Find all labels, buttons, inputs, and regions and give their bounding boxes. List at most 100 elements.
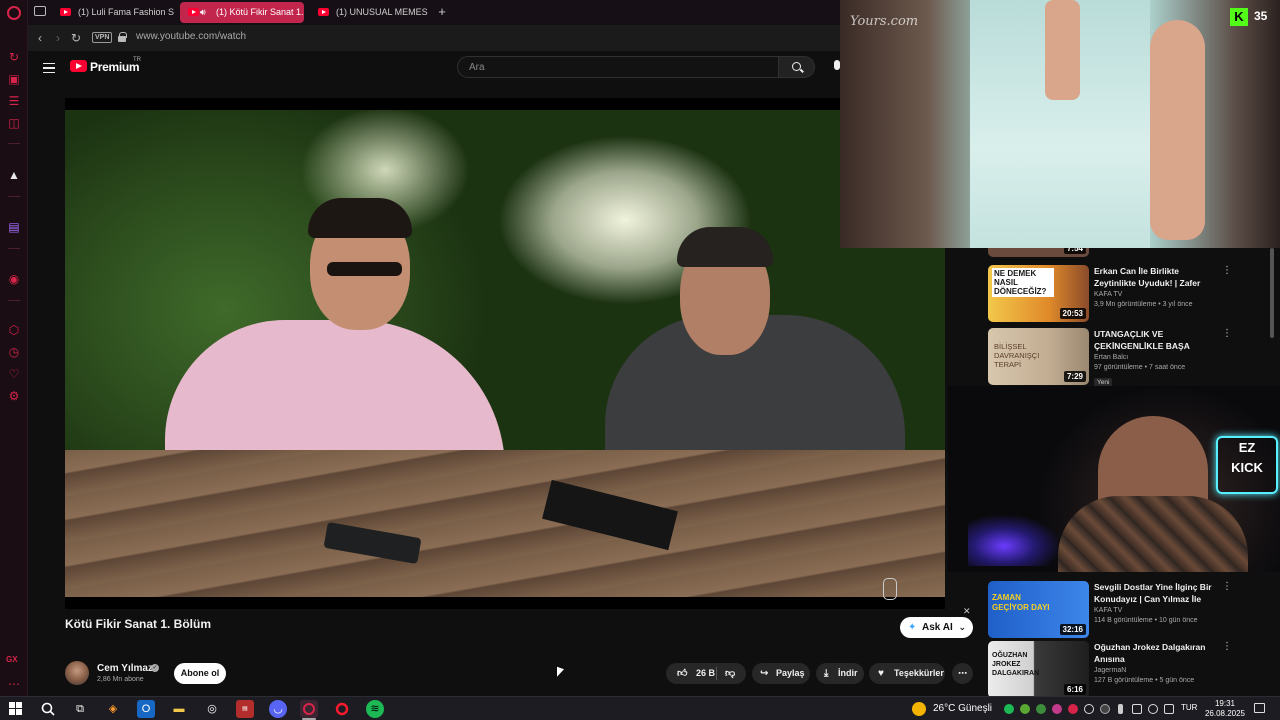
close-icon[interactable]: ✕ [963, 606, 971, 617]
outlook-icon[interactable]: O [137, 700, 155, 718]
url-field[interactable]: www.youtube.com/watch [136, 31, 246, 42]
vpn-badge[interactable]: VPN [92, 32, 113, 43]
opera-logo-icon[interactable] [6, 5, 22, 21]
sidebar-divider [8, 300, 20, 301]
discord-icon[interactable]: ◡ [269, 700, 287, 718]
youtube-logo-icon[interactable] [70, 60, 87, 72]
search-button[interactable] [779, 56, 815, 78]
history-icon[interactable]: ◷ [6, 344, 22, 360]
youtube-logo-text[interactable]: Premium [90, 60, 140, 74]
microphone-icon[interactable] [1118, 704, 1123, 714]
more-vert-icon[interactable]: ⋮ [1222, 641, 1232, 652]
download-button[interactable]: ⤓ İndir [816, 663, 864, 684]
list-item[interactable]: NE DEMEK NASIL DÖNECEĞİZ? 20:53 Erkan Ca… [988, 265, 1278, 325]
speaker-tray-icon[interactable] [1148, 704, 1158, 714]
subscribe-button[interactable]: Abone ol [174, 663, 226, 684]
download-icon: ⤓ [824, 668, 829, 679]
thumbs-down-icon[interactable]: 👎︎ [725, 663, 735, 684]
file-explorer-icon[interactable]: ▬ [170, 700, 188, 718]
battery-icon[interactable] [1164, 704, 1174, 714]
opera-icon[interactable] [333, 700, 351, 718]
channel-name[interactable]: Cem Yılmaz [97, 663, 153, 674]
bag-icon[interactable]: ▣ [6, 71, 22, 87]
video-title[interactable]: Erkan Can İle Birlikte Zeytinlikte Uyudu… [1094, 265, 1218, 289]
video-meta: 127 B görüntüleme • 5 gün önce [1094, 677, 1195, 684]
copilot-icon[interactable]: ◈ [104, 700, 122, 718]
video-title[interactable]: Sevgili Dostlar Yine İlginç Bir Konudayı… [1094, 581, 1218, 605]
miniplayer-icon[interactable] [883, 578, 897, 600]
back-icon[interactable]: ‹ [32, 30, 48, 46]
video-thumbnail[interactable]: BİLİŞSEL DAVRANIŞÇI TERAPİ 7:29 [988, 328, 1089, 385]
browser-sidebar: ↻ ▣ ☰ ◫ ▲ ▤ ◉ ⬡ ◷ ♡ ⚙ GX ⋯ [0, 0, 28, 696]
video-title[interactable]: Oğuzhan Jrokez Dalgakıran Anısına [1094, 641, 1218, 665]
weather-widget[interactable]: 26°C Güneşli [933, 703, 992, 714]
runway-model-far [1045, 0, 1080, 100]
list-item[interactable]: ZAMAN GEÇİYOR DAYI 32:16 Sevgili Dostlar… [988, 581, 1278, 641]
tab-kotu-fikir[interactable]: 🔊︎ (1) Kötü Fikir Sanat 1. [180, 2, 304, 23]
spotify-icon[interactable]: ≋ [366, 700, 384, 718]
stream-overlay-webcam: EZ KICK [948, 386, 1280, 572]
clock[interactable]: 19:31 26.08.2025 [1203, 699, 1247, 719]
language-indicator[interactable]: TUR [1181, 703, 1197, 712]
tray-app-icon[interactable] [1036, 704, 1046, 714]
twitch-icon[interactable]: ▤ [6, 219, 22, 235]
tab-luli-fama[interactable]: (1) Luli Fama Fashion Sho [52, 2, 174, 23]
stack-icon[interactable]: ☰ [6, 93, 22, 109]
channel-avatar[interactable] [65, 661, 89, 685]
tab-islands-icon[interactable] [34, 6, 46, 16]
channel-name[interactable]: Ertan Balcı [1094, 354, 1128, 361]
messenger-icon[interactable]: ◫ [6, 115, 22, 131]
lock-icon[interactable] [118, 32, 127, 42]
tab-unusual-memes[interactable]: (1) UNUSUAL MEMES CO [310, 2, 430, 23]
more-vert-icon[interactable]: ⋮ [1222, 581, 1232, 592]
play-circle-icon[interactable]: ◉ [6, 271, 22, 287]
tray-app-icon[interactable] [1052, 704, 1062, 714]
arrow-icon[interactable]: ▲ [6, 167, 22, 183]
thanks-button[interactable]: ♥ Teşekkürler [869, 663, 945, 684]
search-icon[interactable] [39, 700, 57, 718]
refresh-icon[interactable]: ↻ [6, 49, 22, 65]
tray-app-icon[interactable] [1100, 704, 1110, 714]
more-actions-button[interactable]: ⋯ [952, 663, 973, 684]
channel-name[interactable]: KAFA TV [1094, 607, 1122, 614]
tray-app-icon[interactable] [1084, 704, 1094, 714]
opera-gx-icon[interactable] [300, 700, 318, 718]
youtube-favicon-icon [60, 8, 71, 16]
channel-name[interactable]: KAFA TV [1094, 291, 1122, 298]
bookmark-icon[interactable]: ♡ [6, 366, 22, 382]
settings-icon[interactable]: ⚙ [6, 388, 22, 404]
tray-app-icon[interactable] [1068, 704, 1078, 714]
address-bar: ‹ › ↻ VPN www.youtube.com/watch [28, 25, 840, 51]
menu-icon[interactable] [43, 63, 55, 73]
reload-icon[interactable]: ↻ [68, 30, 84, 46]
like-button[interactable]: 👍︎ 26 B [666, 663, 716, 684]
more-vert-icon[interactable]: ⋮ [1222, 328, 1232, 339]
speaker-icon[interactable]: 🔊︎ [200, 2, 206, 23]
channel-name[interactable]: JagermaN [1094, 667, 1126, 674]
more-vert-icon[interactable]: ⋮ [1222, 265, 1232, 276]
new-tab-button[interactable]: + [434, 3, 450, 21]
video-frame[interactable] [65, 110, 945, 597]
video-app-icon[interactable]: ▤ [236, 700, 254, 718]
video-player[interactable] [65, 98, 945, 609]
ask-ai-button[interactable]: ✦ Ask AI ⌄ [900, 617, 973, 638]
video-person-right-hair [677, 227, 773, 267]
more-icon[interactable]: ⋯ [6, 676, 22, 692]
tray-app-icon[interactable] [1020, 704, 1030, 714]
video-thumbnail[interactable]: ZAMAN GEÇİYOR DAYI 32:16 [988, 581, 1089, 638]
video-thumbnail[interactable]: NE DEMEK NASIL DÖNECEĞİZ? 20:53 [988, 265, 1089, 322]
notifications-icon[interactable] [1254, 703, 1265, 713]
list-item[interactable]: OĞUZHAN JROKEZ DALGAKIRAN 6:16 Oğuzhan J… [988, 641, 1278, 701]
cube-icon[interactable]: ⬡ [6, 322, 22, 338]
search-input[interactable] [457, 56, 779, 78]
video-title[interactable]: UTANGAÇLIK VE ÇEKİNGENLİKLE BAŞA ÇIKMA..… [1094, 328, 1218, 352]
task-view-icon[interactable]: ⧉ [71, 700, 89, 718]
spotify-tray-icon[interactable] [1004, 704, 1014, 714]
network-icon[interactable] [1132, 704, 1142, 714]
video-thumbnail[interactable]: OĞUZHAN JROKEZ DALGAKIRAN 6:16 [988, 641, 1089, 698]
windows-start-icon[interactable] [7, 700, 25, 718]
list-item[interactable]: BİLİŞSEL DAVRANIŞÇI TERAPİ 7:29 UTANGAÇL… [988, 328, 1278, 388]
share-button[interactable]: ↪ Paylaş [752, 663, 810, 684]
forward-icon[interactable]: › [50, 30, 66, 46]
steam-icon[interactable]: ◎ [203, 700, 221, 718]
